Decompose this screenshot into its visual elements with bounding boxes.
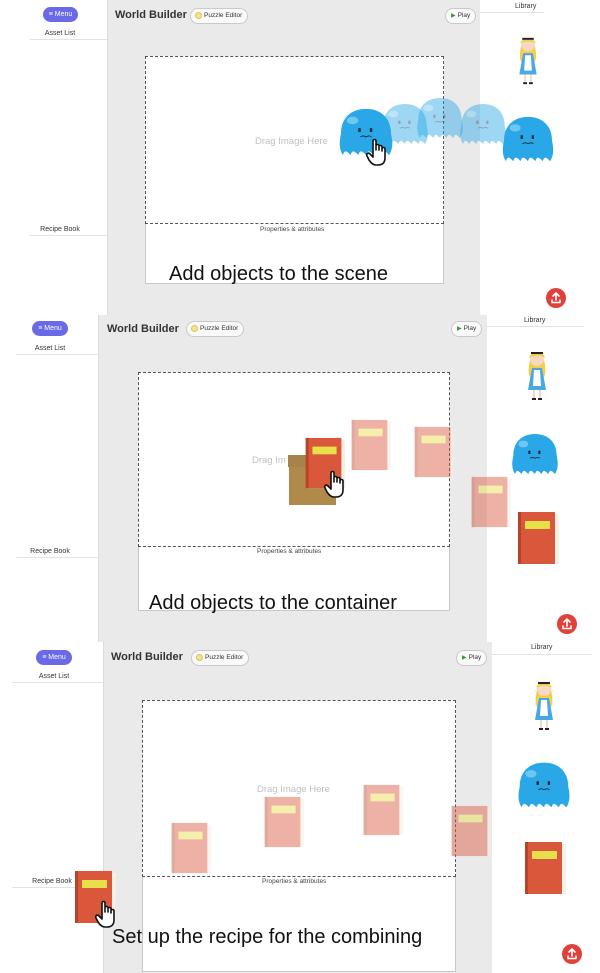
alice-asset[interactable] xyxy=(522,348,552,404)
book-ghost xyxy=(169,821,213,875)
play-button[interactable]: ▶ Play xyxy=(456,650,488,666)
left-sidebar: ≡ Menu Asset List Recipe Book xyxy=(0,315,98,642)
play-triangle-icon: ▶ xyxy=(451,13,456,19)
book-ghost xyxy=(262,795,306,849)
left-sidebar: ≡ Menu Asset List Recipe Book xyxy=(0,0,107,315)
book-ghost xyxy=(449,804,493,858)
puzzle-editor-label: Puzzle Editor xyxy=(200,325,239,332)
puzzle-editor-label: Puzzle Editor xyxy=(205,654,244,661)
divider xyxy=(487,326,584,327)
properties-label[interactable]: Properties & attributes xyxy=(257,548,321,555)
upload-button[interactable] xyxy=(546,288,566,308)
puzzle-editor-chip[interactable]: Puzzle Editor xyxy=(190,8,249,24)
tutorial-caption: Set up the recipe for the combining xyxy=(112,926,423,948)
app-title: World Builder xyxy=(107,323,179,335)
menu-button[interactable]: ≡ Menu xyxy=(32,321,68,336)
puzzle-dot-icon xyxy=(191,325,198,332)
alice-asset[interactable] xyxy=(513,34,543,88)
blob-asset[interactable] xyxy=(516,760,572,810)
dropzone-hint: Drag Image Here xyxy=(257,784,330,795)
play-label: Play xyxy=(463,325,477,332)
upload-icon xyxy=(562,944,582,964)
asset-list-header[interactable]: Asset List xyxy=(20,345,80,352)
tutorial-caption: Add objects to the scene xyxy=(169,263,389,285)
tutorial-panel-recipe: ≡ Menu Asset List Recipe Book World Buil… xyxy=(0,642,600,973)
play-label: Play xyxy=(468,654,482,661)
book-ghost xyxy=(349,418,393,472)
book-ghost xyxy=(469,475,513,529)
divider xyxy=(492,654,592,655)
divider xyxy=(16,557,98,558)
puzzle-editor-chip[interactable]: Puzzle Editor xyxy=(191,650,250,666)
asset-list-header[interactable]: Asset List xyxy=(30,30,90,37)
play-label: Play xyxy=(457,12,471,19)
book-ghost xyxy=(361,783,405,837)
puzzle-dot-icon xyxy=(196,654,203,661)
divider xyxy=(30,39,107,40)
app-title: World Builder xyxy=(115,9,187,21)
library-panel: Library xyxy=(492,642,600,973)
app-title: World Builder xyxy=(111,651,183,663)
alice-asset[interactable] xyxy=(529,678,559,734)
library-header: Library xyxy=(531,644,553,651)
asset-list-header[interactable]: Asset List xyxy=(24,673,84,680)
menu-button[interactable]: ≡ Menu xyxy=(36,650,72,665)
menu-button[interactable]: ≡ Menu xyxy=(43,7,78,22)
tutorial-panel-scene: ≡ Menu Asset List Recipe Book World Buil… xyxy=(0,0,600,315)
dropzone-hint: Drag Image Here xyxy=(255,136,328,147)
properties-label[interactable]: Properties & attributes xyxy=(262,878,326,885)
recipe-book-header[interactable]: Recipe Book xyxy=(30,226,90,233)
blob-asset[interactable] xyxy=(500,115,556,163)
book-ghost xyxy=(412,425,456,479)
play-button[interactable]: ▶ Play xyxy=(445,8,477,24)
library-header: Library xyxy=(524,317,546,324)
divider xyxy=(30,235,107,236)
recipe-book-header[interactable]: Recipe Book xyxy=(20,548,80,555)
play-button[interactable]: ▶ Play xyxy=(451,321,483,337)
upload-button[interactable] xyxy=(557,614,577,634)
puzzle-editor-chip[interactable]: Puzzle Editor xyxy=(186,321,245,337)
upload-button[interactable] xyxy=(562,944,582,964)
blob-asset[interactable] xyxy=(510,430,560,478)
upload-icon xyxy=(546,288,566,308)
book-asset[interactable] xyxy=(516,510,560,566)
hand-pointer-icon xyxy=(365,137,391,167)
puzzle-editor-label: Puzzle Editor xyxy=(204,12,243,19)
library-header: Library xyxy=(515,3,537,10)
tutorial-panel-container: ≡ Menu Asset List Recipe Book World Buil… xyxy=(0,315,600,642)
divider xyxy=(16,354,98,355)
book-asset[interactable] xyxy=(523,840,567,896)
puzzle-dot-icon xyxy=(195,12,202,19)
play-triangle-icon: ▶ xyxy=(462,655,467,661)
hand-pointer-icon xyxy=(94,899,120,929)
upload-icon xyxy=(557,614,577,634)
tutorial-caption: Add objects to the container xyxy=(149,592,397,614)
properties-label[interactable]: Properties & attributes xyxy=(260,226,324,233)
dropzone-hint: Drag Im xyxy=(252,455,286,466)
divider xyxy=(12,682,103,683)
hand-pointer-icon xyxy=(323,469,349,499)
play-triangle-icon: ▶ xyxy=(457,326,462,332)
divider xyxy=(480,12,544,13)
